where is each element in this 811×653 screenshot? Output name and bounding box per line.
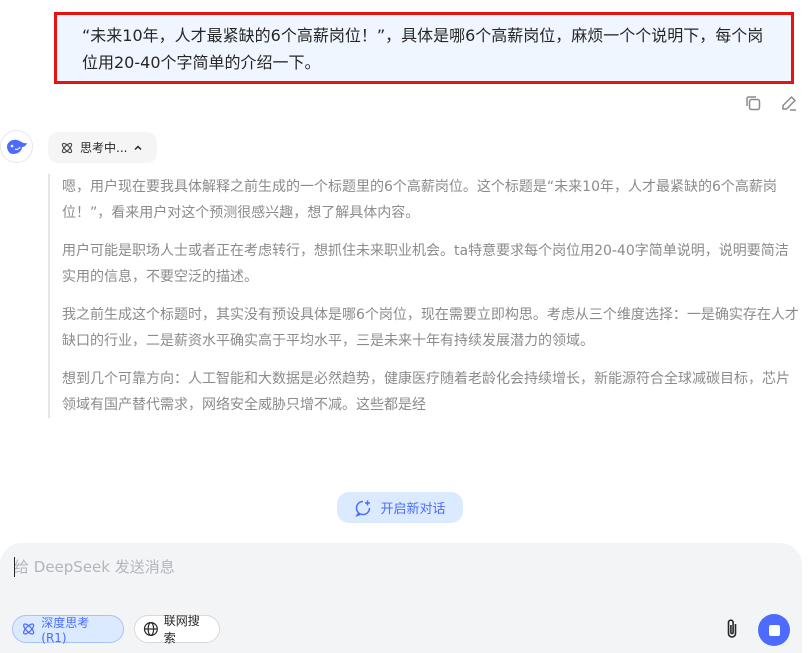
message-composer: 深度思考 (R1) 联网搜索 <box>0 543 802 653</box>
thinking-toggle[interactable]: 思考中... <box>48 132 158 163</box>
user-message-bubble: “未来10年，人才最紧缺的6个高薪岗位！”，具体是哪6个高薪岗位，麻烦一个个说明… <box>54 12 794 84</box>
copy-icon <box>746 96 761 111</box>
new-chat-button[interactable]: 开启新对话 <box>337 492 463 523</box>
deep-think-label: 深度思考 (R1) <box>41 615 90 645</box>
atom-icon <box>23 623 35 635</box>
message-actions <box>742 92 800 114</box>
stop-generation-button[interactable] <box>758 614 790 646</box>
thinking-paragraph: 想到几个可靠方向：人工智能和大数据是必然趋势，健康医疗随着老龄化会持续增长，新能… <box>62 371 790 413</box>
web-search-toggle[interactable]: 联网搜索 <box>134 614 220 645</box>
thinking-paragraph: 我之前生成这个标题时，其实没有预设具体是哪6个岗位，现在需要立即构思。考虑从三个… <box>62 307 799 349</box>
stop-icon <box>768 624 780 636</box>
user-message-text: “未来10年，人才最紧缺的6个高薪岗位！”，具体是哪6个高薪岗位，麻烦一个个说明… <box>82 26 764 72</box>
atom-icon <box>61 142 73 153</box>
new-chat-icon <box>355 500 371 517</box>
attach-button[interactable] <box>720 615 744 643</box>
chevron-up-icon <box>134 144 142 150</box>
globe-icon <box>143 622 158 636</box>
thinking-label: 思考中... <box>80 141 128 155</box>
copy-button[interactable] <box>742 92 764 114</box>
thinking-content: 嗯，用户现在要我具体解释之前生成的一个标题里的6个高薪岗位。这个标题是“未来10… <box>48 174 802 418</box>
edit-button[interactable] <box>778 92 800 114</box>
deepseek-whale-icon <box>6 139 27 154</box>
web-search-label: 联网搜索 <box>163 614 200 645</box>
paperclip-icon <box>727 619 737 638</box>
edit-icon <box>782 95 797 111</box>
deep-think-toggle[interactable]: 深度思考 (R1) <box>12 615 124 645</box>
thinking-paragraph: 嗯，用户现在要我具体解释之前生成的一个标题里的6个高薪岗位。这个标题是“未来10… <box>62 179 777 221</box>
chat-window: “未来10年，人才最紧缺的6个高薪岗位！”，具体是哪6个高薪岗位，麻烦一个个说明… <box>0 0 811 653</box>
new-chat-label: 开启新对话 <box>380 502 446 517</box>
assistant-avatar <box>0 130 33 163</box>
thinking-paragraph: 用户可能是职场人士或者正在考虑转行，想抓住未来职业机会。ta特意要求每个岗位用2… <box>62 243 789 285</box>
text-cursor <box>14 557 15 577</box>
message-input[interactable] <box>14 557 714 577</box>
